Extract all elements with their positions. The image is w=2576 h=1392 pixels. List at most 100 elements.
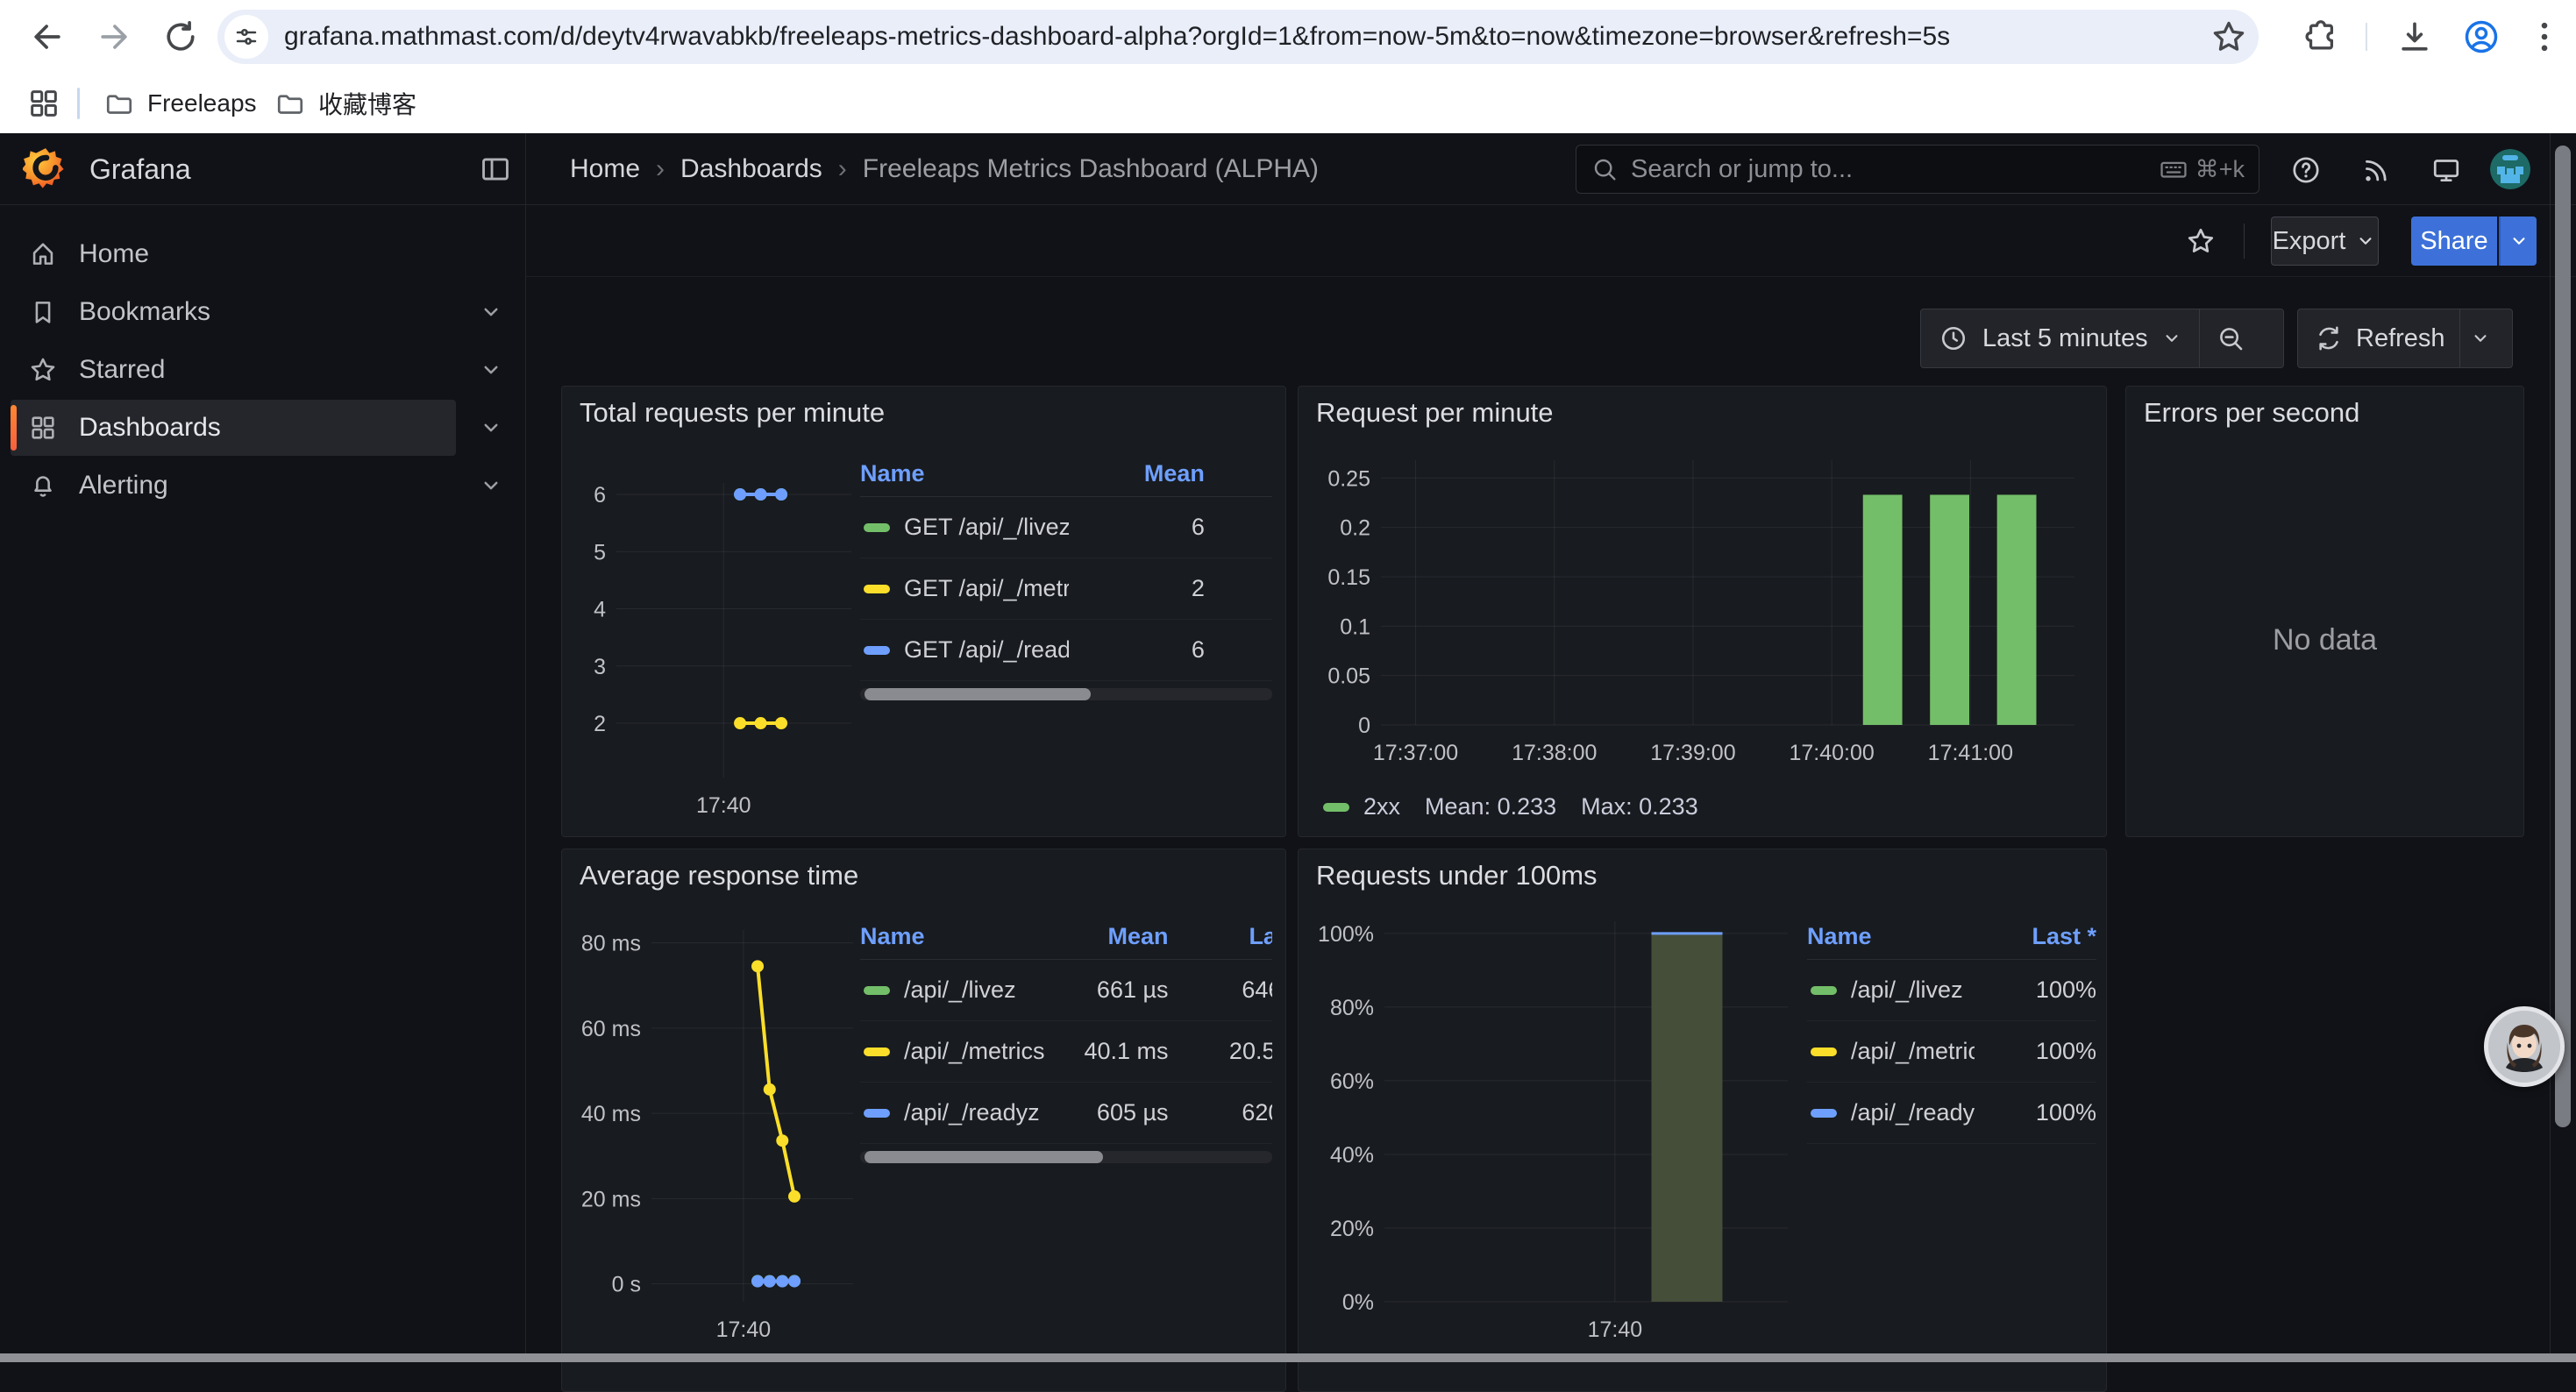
legend-row[interactable]: /api/_/readyz605 µs620 µs [860, 1083, 1272, 1144]
forward-icon[interactable] [95, 18, 133, 56]
legend-row[interactable]: /api/_/metrics100% [1807, 1021, 2096, 1083]
legend-column-header[interactable]: Mean [1050, 923, 1168, 950]
series-name[interactable]: GET /api/_/readyz [904, 636, 1069, 664]
sidebar-item-bookmarks[interactable]: Bookmarks [11, 284, 456, 340]
legend-value: 6 [1069, 636, 1205, 664]
series-name[interactable]: GET /api/_/metrics [904, 575, 1069, 602]
legend-value: 100% [1975, 977, 2096, 1004]
series-color-swatch [864, 646, 890, 655]
sidebar-toggle-icon[interactable] [479, 153, 512, 186]
breadcrumb-home[interactable]: Home [570, 154, 640, 184]
bookmarks-bar: Freeleaps 收藏博客 [0, 74, 2576, 133]
bookmarks-divider [77, 88, 80, 119]
news-rss-icon[interactable] [2360, 154, 2392, 186]
site-settings-icon[interactable] [224, 15, 268, 59]
legend-column-header[interactable]: Name [860, 460, 1069, 487]
legend-value: 6 [1069, 514, 1205, 541]
reload-icon[interactable] [161, 18, 200, 56]
legend-row[interactable]: /api/_/livez661 µs646 µs [860, 960, 1272, 1021]
back-icon[interactable] [28, 18, 67, 56]
bar-chart[interactable]: 00.050.10.150.20.2517:37:0017:38:0017:39… [1311, 443, 2094, 778]
extensions-icon[interactable] [2302, 18, 2341, 56]
downloads-icon[interactable] [2395, 18, 2434, 56]
legend-row[interactable]: GET /api/_/readyz6 [860, 620, 1272, 681]
refresh-interval-dropdown[interactable] [2469, 327, 2492, 350]
grafana-logo[interactable] [23, 146, 68, 192]
apps-grid-icon[interactable] [26, 86, 61, 121]
url-text[interactable]: grafana.mathmast.com/d/deytv4rwavabkb/fr… [284, 22, 1950, 52]
series-name[interactable]: GET /api/_/livez [904, 514, 1069, 541]
legend-row[interactable]: GET /api/_/metrics2 [860, 558, 1272, 620]
brand-area: Grafana [0, 133, 526, 205]
legend-row[interactable]: /api/_/metrics40.1 ms20.5 ms [860, 1021, 1272, 1083]
legend-row[interactable]: /api/_/livez 100% [1807, 960, 2096, 1021]
series-name[interactable]: /api/_/livez [1851, 977, 1963, 1004]
series-name[interactable]: /api/_/readyz [1851, 1099, 1975, 1126]
legend-column-header[interactable]: Name [1807, 923, 1975, 950]
legend-scrollbar-thumb[interactable] [865, 688, 1092, 700]
favorite-dashboard-star-icon[interactable] [2185, 225, 2217, 257]
bookmark-star-icon[interactable] [2210, 18, 2248, 56]
share-button[interactable]: Share [2411, 217, 2497, 266]
panel-title[interactable]: Request per minute [1316, 397, 1554, 429]
chevron-down-icon[interactable] [478, 357, 504, 383]
panel-title[interactable]: Requests under 100ms [1316, 860, 1598, 891]
legend-scrollbar[interactable] [860, 1151, 1272, 1163]
refresh-icon[interactable] [2314, 323, 2344, 353]
legend-column-header[interactable]: Last * [1169, 923, 1272, 950]
legend-column-header[interactable]: Name [860, 923, 1050, 950]
timeseries-chart[interactable]: 0 s20 ms40 ms60 ms80 ms17:40 [571, 907, 860, 1356]
monitor-icon[interactable] [2430, 154, 2462, 186]
legend-row[interactable]: GET /api/_/livez6 [860, 497, 1272, 558]
time-range-picker[interactable]: Last 5 minutes [1982, 324, 2148, 353]
svg-text:60%: 60% [1330, 1069, 1374, 1094]
svg-text:3: 3 [594, 655, 606, 679]
timeseries-chart[interactable]: 2345617:40 [571, 444, 860, 830]
menu-icon[interactable] [2525, 18, 2564, 56]
legend-row[interactable]: /api/_/readyz100% [1807, 1083, 2096, 1144]
search-input[interactable]: Search or jump to... ⌘+k [1576, 145, 2259, 194]
legend-scrollbar-thumb[interactable] [865, 1151, 1104, 1163]
zoom-out-icon[interactable] [2216, 323, 2245, 353]
bookmark-folder-freeleaps[interactable]: Freeleaps [103, 84, 257, 123]
bookmark-icon [28, 297, 58, 327]
panel-title[interactable]: Total requests per minute [580, 397, 885, 429]
brand-name[interactable]: Grafana [89, 153, 191, 186]
svg-text:0.15: 0.15 [1327, 565, 1370, 590]
series-name[interactable]: /api/_/metrics [1851, 1038, 1975, 1065]
svg-text:0%: 0% [1342, 1290, 1374, 1315]
floating-avatar-widget[interactable] [2484, 1006, 2565, 1087]
series-name[interactable]: /api/_/metrics [904, 1038, 1045, 1065]
user-avatar[interactable] [2490, 149, 2530, 189]
series-color-swatch [1323, 803, 1349, 812]
svg-text:17:37:00: 17:37:00 [1373, 741, 1458, 765]
series-name[interactable]: /api/_/livez [904, 977, 1016, 1004]
actions-divider [2244, 224, 2245, 259]
panel-title[interactable]: Average response time [580, 860, 858, 891]
help-icon[interactable] [2290, 154, 2322, 186]
area-chart[interactable]: 0%20%40%60%80%100%17:40 [1307, 907, 1798, 1356]
series-name[interactable]: /api/_/readyz [904, 1099, 1040, 1126]
svg-text:60 ms: 60 ms [581, 1017, 641, 1041]
bookmark-folder-blogs[interactable]: 收藏博客 [274, 84, 416, 123]
breadcrumb-dashboards[interactable]: Dashboards [680, 154, 822, 184]
legend-column-header[interactable]: Last * [1975, 923, 2096, 950]
scrollbar-thumb[interactable] [2555, 146, 2571, 1127]
legend-value: 40.1 ms [1050, 1038, 1168, 1065]
panel-title[interactable]: Errors per second [2144, 397, 2359, 429]
browser-toolbar: grafana.mathmast.com/d/deytv4rwavabkb/fr… [0, 0, 2576, 74]
series-color-swatch [864, 1109, 890, 1118]
panel-total-requests-per-minute: Total requests per minute 2345617:40 Nam… [561, 386, 1286, 837]
share-dropdown-button[interactable] [2499, 217, 2537, 266]
sidebar-item-home[interactable]: Home [11, 226, 456, 282]
export-button[interactable]: Export [2271, 217, 2379, 266]
panel-request-per-minute: Request per minute 00.050.10.150.20.2517… [1298, 386, 2107, 837]
svg-text:17:40: 17:40 [1588, 1317, 1643, 1342]
chevron-down-icon[interactable] [478, 299, 504, 325]
profile-icon[interactable] [2462, 18, 2501, 56]
legend-row[interactable]: 2xx Mean: 0.233 Max: 0.233 [1320, 793, 1698, 820]
address-bar[interactable]: grafana.mathmast.com/d/deytv4rwavabkb/fr… [217, 10, 2259, 64]
legend-scrollbar[interactable] [860, 688, 1272, 700]
refresh-button[interactable]: Refresh [2356, 324, 2445, 353]
legend-column-header[interactable]: Mean [1069, 460, 1205, 487]
